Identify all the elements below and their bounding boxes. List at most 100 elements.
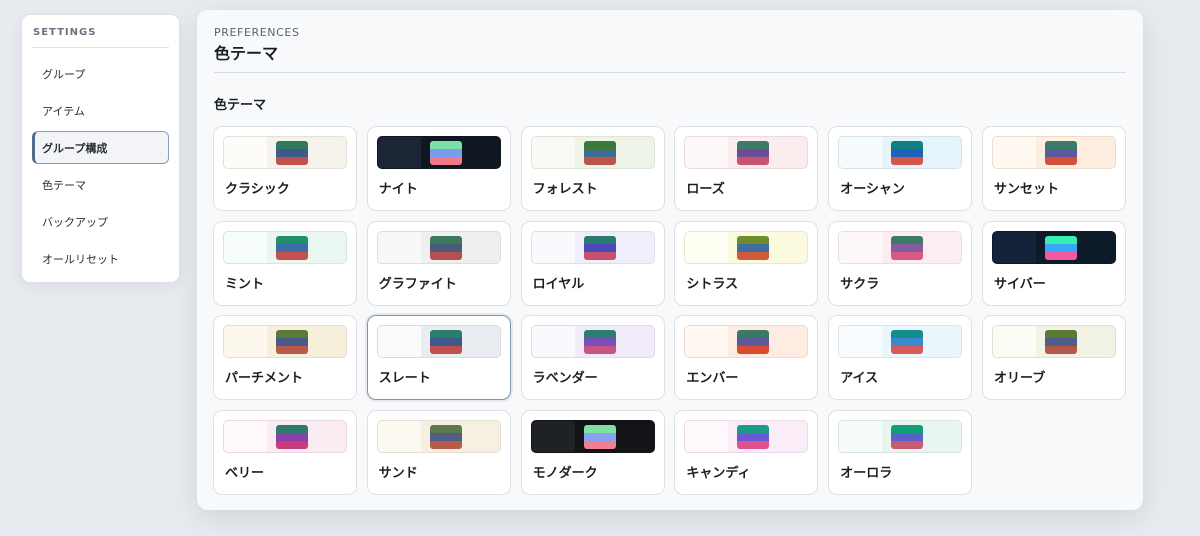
theme-preview bbox=[838, 419, 963, 453]
preferences-panel: PREFERENCES 色テーマ 色テーマ クラシック ナイト フォレスト ローズ オー… bbox=[197, 10, 1143, 510]
swatch-band-mid bbox=[429, 432, 462, 441]
theme-color-swatch bbox=[583, 141, 616, 165]
swatch-band-bot bbox=[429, 440, 462, 449]
swatch-band-top bbox=[583, 424, 616, 433]
theme-preview-sidebar bbox=[685, 137, 729, 168]
theme-color-swatch bbox=[891, 424, 924, 449]
theme-card-sand[interactable]: サンド bbox=[366, 409, 511, 495]
theme-color-swatch bbox=[276, 235, 308, 260]
sidebar-item-group-config[interactable]: グループ構成 bbox=[32, 131, 169, 164]
swatch-band-top bbox=[1044, 330, 1077, 338]
theme-preview bbox=[684, 136, 809, 169]
theme-label: パーチメント bbox=[225, 371, 304, 386]
theme-color-swatch bbox=[1044, 141, 1077, 165]
theme-card-forest[interactable]: フォレスト bbox=[520, 126, 665, 211]
theme-preview bbox=[991, 136, 1116, 169]
theme-label: グラファイト bbox=[378, 276, 457, 292]
theme-preview-sidebar bbox=[685, 326, 729, 357]
swatch-band-bot bbox=[1044, 346, 1077, 354]
swatch-band-mid bbox=[891, 432, 924, 441]
sidebar-item-items[interactable]: アイテム bbox=[32, 94, 169, 127]
theme-card-night[interactable]: ナイト bbox=[366, 126, 511, 211]
theme-label: モノダーク bbox=[532, 465, 598, 481]
theme-label: サイバー bbox=[993, 276, 1046, 292]
swatch-band-mid bbox=[737, 243, 770, 252]
swatch-band-mid bbox=[737, 338, 770, 346]
theme-card-royal[interactable]: ロイヤル bbox=[520, 220, 665, 306]
swatch-band-top bbox=[1044, 235, 1077, 244]
swatch-band-mid bbox=[429, 243, 462, 252]
theme-card-mint[interactable]: ミント bbox=[213, 220, 357, 306]
swatch-band-mid bbox=[891, 338, 924, 346]
theme-card-ice[interactable]: アイス bbox=[828, 315, 973, 400]
theme-card-parchment[interactable]: パーチメント bbox=[213, 315, 357, 400]
theme-card-sakura[interactable]: サクラ bbox=[828, 220, 973, 306]
header-divider bbox=[214, 72, 1126, 73]
theme-label: オリーブ bbox=[993, 371, 1046, 386]
theme-preview-sidebar bbox=[531, 231, 575, 263]
theme-preview bbox=[530, 230, 655, 264]
theme-color-swatch bbox=[737, 330, 770, 354]
swatch-band-mid bbox=[891, 149, 924, 157]
swatch-band-mid bbox=[1044, 243, 1077, 252]
sidebar-item-color-theme[interactable]: 色テーマ bbox=[32, 168, 169, 201]
theme-card-mono-dark[interactable]: モノダーク bbox=[520, 409, 665, 495]
theme-preview bbox=[376, 136, 501, 169]
swatch-band-mid bbox=[1044, 149, 1077, 157]
theme-card-sunset[interactable]: サンセット bbox=[981, 126, 1126, 211]
theme-card-ember[interactable]: エンバー bbox=[674, 315, 819, 400]
settings-sidebar: SETTINGS グループ アイテム グループ構成 色テーマ バックアップ オー… bbox=[21, 14, 180, 283]
swatch-band-top bbox=[737, 235, 770, 244]
theme-card-classic[interactable]: クラシック bbox=[213, 126, 357, 211]
theme-preview-sidebar bbox=[377, 420, 421, 452]
sidebar-nav: グループ アイテム グループ構成 色テーマ バックアップ オールリセット bbox=[32, 57, 169, 275]
swatch-band-mid bbox=[276, 432, 308, 441]
sidebar-title: SETTINGS bbox=[32, 27, 169, 48]
theme-label: エンバー bbox=[686, 371, 739, 386]
theme-card-graphite[interactable]: グラファイト bbox=[366, 220, 511, 306]
swatch-band-mid bbox=[583, 149, 616, 157]
theme-card-aurora[interactable]: オーロラ bbox=[828, 409, 973, 495]
theme-label: ロイヤル bbox=[532, 276, 585, 292]
theme-card-olive[interactable]: オリーブ bbox=[981, 315, 1126, 400]
theme-label: アイス bbox=[840, 371, 879, 386]
swatch-band-bot bbox=[737, 346, 770, 354]
theme-card-rose[interactable]: ローズ bbox=[674, 126, 819, 211]
theme-card-cyber[interactable]: サイバー bbox=[981, 220, 1126, 306]
theme-label: ラベンダー bbox=[532, 371, 598, 386]
swatch-band-mid bbox=[1044, 338, 1077, 346]
sidebar-item-reset-all[interactable]: オールリセット bbox=[32, 242, 169, 275]
theme-color-swatch bbox=[276, 141, 308, 165]
swatch-band-top bbox=[1044, 141, 1077, 149]
swatch-band-top bbox=[891, 330, 924, 338]
theme-preview bbox=[223, 136, 347, 169]
swatch-band-mid bbox=[429, 149, 462, 157]
swatch-band-bot bbox=[276, 251, 308, 260]
theme-preview bbox=[376, 325, 501, 358]
theme-label: ベリー bbox=[225, 465, 265, 481]
theme-card-citrus[interactable]: シトラス bbox=[674, 220, 819, 306]
theme-label: サンセット bbox=[993, 182, 1059, 197]
theme-preview-sidebar bbox=[531, 420, 575, 452]
theme-card-berry[interactable]: ベリー bbox=[213, 409, 357, 495]
sidebar-item-backup[interactable]: バックアップ bbox=[32, 205, 169, 238]
theme-color-swatch bbox=[429, 141, 462, 165]
theme-label: キャンディ bbox=[686, 465, 751, 481]
sidebar-item-groups[interactable]: グループ bbox=[32, 57, 169, 90]
theme-preview-sidebar bbox=[992, 326, 1036, 357]
theme-card-slate[interactable]: スレート bbox=[366, 315, 511, 400]
swatch-band-bot bbox=[276, 157, 308, 165]
swatch-band-bot bbox=[429, 346, 462, 354]
swatch-band-top bbox=[583, 141, 616, 149]
theme-card-lavender[interactable]: ラベンダー bbox=[520, 315, 665, 400]
swatch-band-top bbox=[891, 235, 924, 244]
theme-label: ミント bbox=[225, 276, 265, 292]
swatch-band-bot bbox=[583, 346, 616, 354]
theme-preview-sidebar bbox=[685, 420, 729, 452]
theme-card-ocean[interactable]: オーシャン bbox=[828, 126, 973, 211]
theme-preview-sidebar bbox=[531, 137, 575, 168]
swatch-band-top bbox=[583, 235, 616, 244]
theme-card-candy[interactable]: キャンディ bbox=[674, 409, 819, 495]
theme-preview bbox=[223, 419, 347, 453]
theme-preview bbox=[530, 419, 655, 453]
